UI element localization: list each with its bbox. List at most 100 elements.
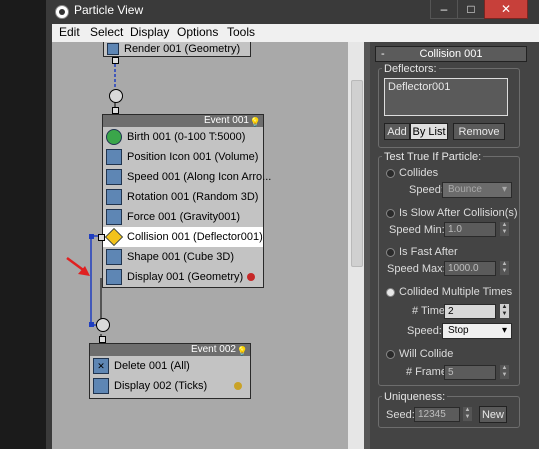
event-001-operator-row[interactable]: Display 001 (Geometry) xyxy=(103,267,263,287)
new-seed-button[interactable]: New xyxy=(479,406,507,423)
wire-end-connector[interactable] xyxy=(89,322,94,327)
speed-max-spinner[interactable]: ▲ ▼ xyxy=(500,261,509,275)
render-node[interactable]: Render 001 (Geometry) xyxy=(103,42,251,57)
will-collide-label: Will Collide xyxy=(399,348,454,360)
input-socket-event1[interactable] xyxy=(109,89,123,103)
fast-label: Is Fast After xyxy=(399,246,458,258)
chevron-down-icon: ▾ xyxy=(501,325,507,336)
menu-bar xyxy=(52,24,539,42)
event-002-operator-row[interactable]: Display 002 (Ticks) xyxy=(90,376,250,396)
event-001-operator-row[interactable]: Position Icon 001 (Volume) xyxy=(103,147,263,167)
multiple-radio[interactable] xyxy=(386,288,395,297)
frames-field[interactable]: 5 xyxy=(444,365,496,380)
remove-button[interactable]: Remove xyxy=(453,123,505,140)
display-color-swatch[interactable] xyxy=(234,382,242,390)
maximize-button[interactable]: □ xyxy=(457,0,485,19)
rotation-icon xyxy=(106,189,122,205)
menu-select[interactable]: Select xyxy=(90,25,123,39)
event-002-title: Event 002 💡 xyxy=(90,344,250,356)
speed-dropdown[interactable]: Bounce ▾ xyxy=(442,182,512,198)
speed2-label: Speed: xyxy=(407,325,442,337)
will-collide-radio[interactable] xyxy=(386,350,395,359)
event-001-operator-row[interactable]: Rotation 001 (Random 3D) xyxy=(103,187,263,207)
event-001-node[interactable]: Event 001 💡 Birth 001 (0-100 T:5000) Posi… xyxy=(102,114,271,288)
minimize-button[interactable]: – xyxy=(430,0,458,19)
event-001-operator-label: Shape 001 (Cube 3D) xyxy=(127,251,235,263)
speed-icon xyxy=(106,169,122,185)
close-button[interactable]: ✕ xyxy=(484,0,528,19)
collision-rollout-header[interactable]: - Collision 001 xyxy=(375,46,527,62)
test-true-label: Test True If Particle: xyxy=(382,151,484,163)
render-node-label: Render 001 (Geometry) xyxy=(124,43,241,55)
rollout-toggle[interactable]: - xyxy=(381,47,385,61)
seed-label: Seed: xyxy=(386,409,415,421)
speed-min-field[interactable]: 1.0 xyxy=(444,222,496,237)
frames-spinner[interactable]: ▲ ▼ xyxy=(500,365,509,379)
input-connector[interactable] xyxy=(99,336,106,343)
seed-field[interactable]: 12345 xyxy=(414,407,460,422)
times-field[interactable]: 2 xyxy=(444,304,496,319)
display-icon xyxy=(93,378,109,394)
collides-label: Collides xyxy=(399,167,439,179)
event-001-operator-label: Collision 001 (Deflector001) xyxy=(127,231,263,243)
menu-options[interactable]: Options xyxy=(177,25,218,39)
chevron-down-icon: ▾ xyxy=(501,184,507,195)
event-002-operator-row[interactable]: ✕ Delete 001 (All) xyxy=(90,356,250,376)
delete-icon: ✕ xyxy=(93,358,109,374)
speed-min-spinner[interactable]: ▲ ▼ xyxy=(500,222,509,236)
speed-min-label: Speed Min: xyxy=(389,224,445,236)
test-output-connector[interactable] xyxy=(89,234,94,239)
menu-tools[interactable]: Tools xyxy=(227,25,255,39)
event-001-operator-row[interactable]: Shape 001 (Cube 3D) xyxy=(103,247,263,267)
seed-spinner[interactable]: ▲ ▼ xyxy=(463,407,472,421)
input-socket-event2[interactable] xyxy=(96,318,110,332)
particle-view-icon xyxy=(54,4,70,20)
output-connector[interactable] xyxy=(112,57,119,64)
deflector-item[interactable]: Deflector001 xyxy=(388,81,450,93)
rollout-title: Collision 001 xyxy=(419,48,483,60)
speed-max-field[interactable]: 1000.0 xyxy=(444,261,496,276)
scrollbar-thumb[interactable] xyxy=(351,80,363,267)
event-001-operator-label: Rotation 001 (Random 3D) xyxy=(127,191,259,203)
slow-radio[interactable] xyxy=(386,209,395,218)
multiple-label: Collided Multiple Times xyxy=(399,286,513,298)
deflector-list[interactable]: Deflector001 xyxy=(384,78,508,116)
menu-edit[interactable]: Edit xyxy=(59,25,80,39)
event-001-operator-row[interactable]: Speed 001 (Along Icon Arro... xyxy=(103,167,271,187)
deflectors-label: Deflectors: xyxy=(382,63,439,75)
birth-icon xyxy=(106,129,122,145)
fast-radio[interactable] xyxy=(386,248,395,257)
render-icon xyxy=(107,43,119,55)
shape-icon xyxy=(106,249,122,265)
event-002-node[interactable]: Event 002 💡 ✕ Delete 001 (All) Display 002… xyxy=(89,343,251,399)
menu-display[interactable]: Display xyxy=(130,25,169,39)
event-001-operator-row[interactable]: Force 001 (Gravity001) xyxy=(103,207,263,227)
event-001-operator-label: Speed 001 (Along Icon Arro... xyxy=(127,171,272,183)
event-001-operator-label: Display 001 (Geometry) xyxy=(127,271,244,283)
lightbulb-icon[interactable]: 💡 xyxy=(250,116,261,128)
test-connector[interactable] xyxy=(98,234,105,241)
event-001-title: Event 001 💡 xyxy=(103,115,263,127)
display-color-swatch[interactable] xyxy=(247,273,255,281)
event-001-operator-row[interactable]: Birth 001 (0-100 T:5000) xyxy=(103,127,263,147)
speed-max-label: Speed Max: xyxy=(387,263,446,275)
event-001-operator-label: Birth 001 (0-100 T:5000) xyxy=(127,131,246,143)
add-button[interactable]: Add xyxy=(384,123,410,140)
lightbulb-icon[interactable]: 💡 xyxy=(237,345,248,357)
uniqueness-label: Uniqueness: xyxy=(382,391,448,403)
event-001-operator-row[interactable]: Collision 001 (Deflector001) xyxy=(103,227,263,247)
event-002-operator-label: Delete 001 (All) xyxy=(114,360,190,372)
by-list-button[interactable]: By List xyxy=(410,123,448,140)
collides-radio[interactable] xyxy=(386,169,395,178)
annotation-arrow-icon xyxy=(66,256,90,276)
speed2-dropdown[interactable]: Stop ▾ xyxy=(442,323,512,339)
event-001-operator-label: Position Icon 001 (Volume) xyxy=(127,151,259,163)
speed-label: Speed: xyxy=(409,184,444,196)
position-icon xyxy=(106,149,122,165)
input-connector[interactable] xyxy=(112,107,119,114)
window-title: Particle View xyxy=(74,3,144,17)
times-spinner[interactable]: ▲ ▼ xyxy=(500,304,509,318)
display-icon xyxy=(106,269,122,285)
event-001-operator-label: Force 001 (Gravity001) xyxy=(127,211,241,223)
force-icon xyxy=(106,209,122,225)
